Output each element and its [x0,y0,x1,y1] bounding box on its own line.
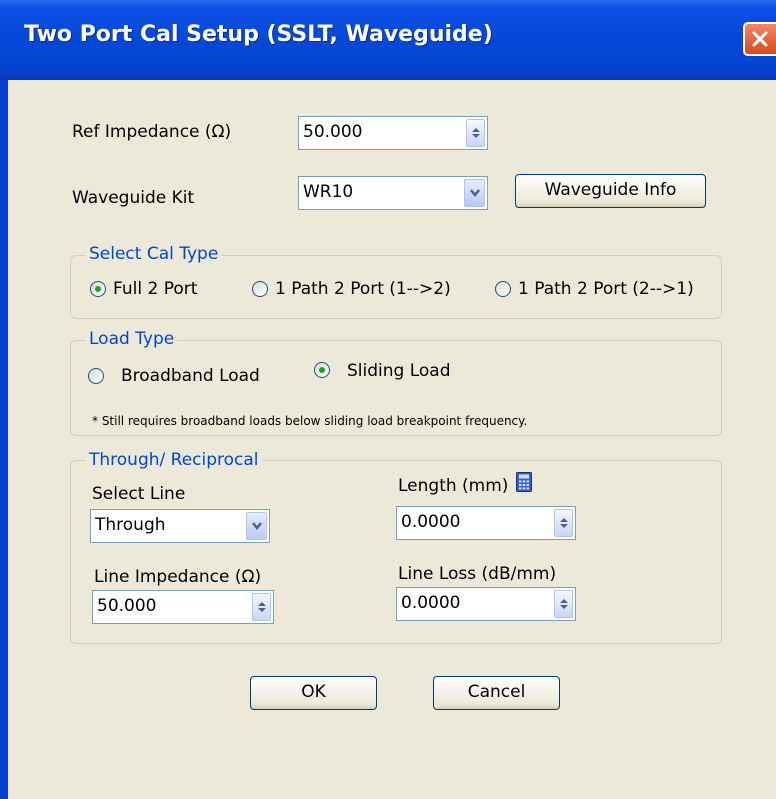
select-line-select[interactable]: Through [90,509,270,543]
cancel-label: Cancel [467,682,526,702]
cancel-button[interactable]: Cancel [433,676,560,710]
line-impedance-spinner[interactable] [252,593,271,621]
line-loss-input[interactable]: 0.0000 [396,587,576,621]
line-impedance-label: Line Impedance (Ω) [94,567,262,587]
cal-type-legend: Select Cal Type [86,244,222,264]
ref-impedance-input[interactable]: 50.000 [298,116,488,150]
title-bar[interactable]: Two Port Cal Setup (SSLT, Waveguide) [0,0,776,80]
ok-button[interactable]: OK [250,676,377,710]
through-reciprocal-legend: Through/ Reciprocal [86,450,262,470]
cal-type-1-path-2-1-radio[interactable] [495,281,511,297]
ref-impedance-spinner[interactable] [466,119,485,147]
load-type-sliding-label: Sliding Load [347,361,451,381]
waveguide-kit-label: Waveguide Kit [72,188,195,208]
cal-type-1-path-1-2-radio[interactable] [252,281,268,297]
radio-selected-dot [95,286,101,292]
load-type-broadband-label: Broadband Load [121,366,260,386]
sliding-load-note: * Still requires broadband loads below s… [92,414,528,428]
length-value: 0.0000 [401,512,461,532]
ref-impedance-value: 50.000 [303,122,363,142]
radio-selected-dot [319,367,325,373]
load-type-sliding-radio[interactable] [314,362,330,378]
calculator-icon[interactable] [516,472,532,492]
waveguide-info-button[interactable]: Waveguide Info [515,174,706,208]
select-line-value: Through [95,515,166,535]
line-loss-value: 0.0000 [401,593,461,613]
length-label: Length (mm) [398,476,509,496]
select-line-label: Select Line [92,484,186,504]
select-line-dropdown-button[interactable] [246,512,267,540]
close-button[interactable] [743,22,776,56]
line-loss-label: Line Loss (dB/mm) [398,564,557,584]
cal-type-1-path-2-1-label: 1 Path 2 Port (2-->1) [518,279,694,299]
ok-label: OK [301,682,326,702]
line-impedance-input[interactable]: 50.000 [92,590,274,624]
window-title: Two Port Cal Setup (SSLT, Waveguide) [24,22,493,47]
cal-type-full-2-port-label: Full 2 Port [113,279,198,299]
line-loss-spinner[interactable] [554,590,573,618]
waveguide-info-label: Waveguide Info [544,180,677,200]
load-type-legend: Load Type [86,329,178,349]
cal-type-full-2-port-radio[interactable] [90,281,106,297]
load-type-broadband-radio[interactable] [88,368,104,384]
waveguide-kit-value: WR10 [303,182,354,202]
cal-type-1-path-1-2-label: 1 Path 2 Port (1-->2) [275,279,451,299]
waveguide-kit-dropdown-button[interactable] [464,179,485,207]
length-input[interactable]: 0.0000 [396,506,576,540]
waveguide-kit-select[interactable]: WR10 [298,176,488,210]
ref-impedance-label: Ref Impedance (Ω) [72,122,232,142]
line-impedance-value: 50.000 [97,596,157,616]
length-spinner[interactable] [554,509,573,537]
